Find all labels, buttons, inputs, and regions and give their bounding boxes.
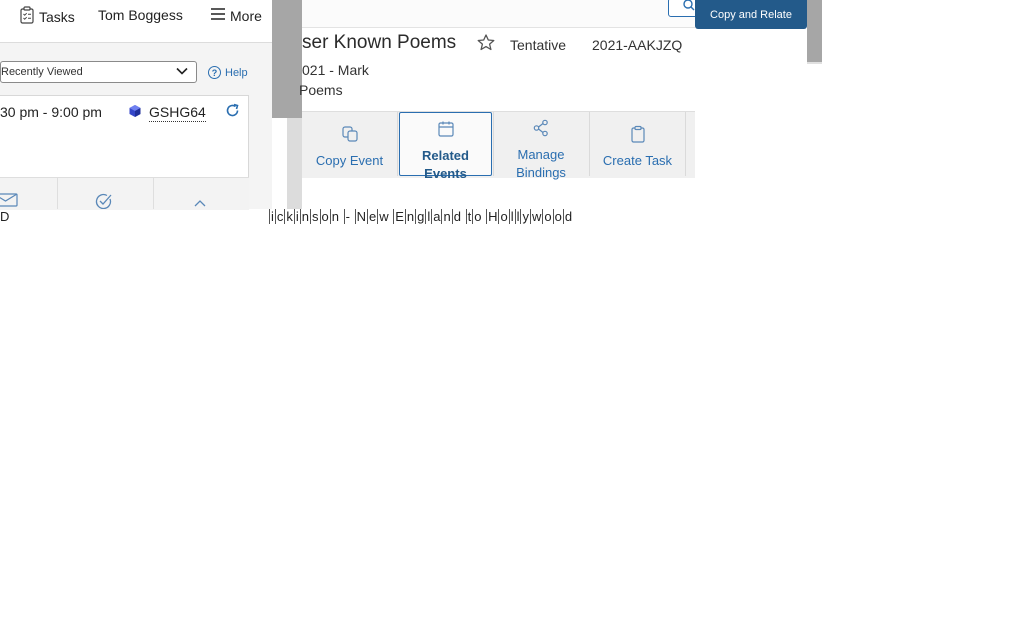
- divider: [153, 177, 154, 209]
- divider: [685, 112, 686, 176]
- copy-event-label: Copy Event: [315, 153, 384, 168]
- event-title: ser Known Poems: [302, 32, 457, 53]
- manage-bindings-label-2: Bindings: [516, 165, 566, 180]
- manage-bindings-button[interactable]: Manage Bindings: [494, 112, 588, 180]
- event-code-link[interactable]: GSHG64: [149, 104, 206, 122]
- refresh-icon[interactable]: [225, 103, 240, 123]
- bottom-left-text: D: [0, 209, 10, 224]
- divider: [807, 62, 822, 64]
- cube-icon: [128, 104, 142, 123]
- search-icon: [682, 0, 695, 17]
- help-link[interactable]: ? Help: [208, 66, 248, 79]
- scrollbar-track: [287, 118, 302, 209]
- card-action-bar: [0, 177, 249, 210]
- scrollbar-thumb[interactable]: [807, 0, 822, 62]
- help-icon: ?: [208, 66, 221, 79]
- help-label: Help: [225, 66, 248, 79]
- calendar-icon: [437, 120, 455, 147]
- nav-more-label: More: [230, 7, 262, 24]
- search-button[interactable]: [668, 0, 698, 17]
- nav-tasks-label: Tasks: [39, 8, 75, 25]
- check-circle-icon[interactable]: [95, 193, 113, 214]
- filter-selected-value: Recently Viewed: [1, 66, 83, 78]
- event-subtitle-line1: 021 - Mark: [302, 62, 369, 78]
- nav-user[interactable]: Tom Boggess: [98, 7, 183, 23]
- bottom-event-title: ickinson - New England to Hollywood: [269, 209, 574, 224]
- create-task-label: Create Task: [602, 153, 673, 168]
- related-events-button[interactable]: Related Events: [399, 112, 492, 181]
- create-task-button[interactable]: Create Task: [590, 112, 685, 176]
- detail-top-bar: [302, 0, 695, 28]
- related-events-label-2: Events: [424, 166, 467, 181]
- share-icon: [532, 119, 550, 146]
- chevron-up-icon[interactable]: [193, 196, 207, 214]
- user-name: Tom Boggess: [98, 7, 183, 23]
- event-state: Tentative: [510, 37, 567, 53]
- event-subtitle-line2: Poems: [299, 82, 343, 98]
- star-icon[interactable]: [477, 34, 495, 56]
- tasks-icon: [19, 6, 35, 27]
- event-reference: 2021-AAKJZQ: [592, 37, 683, 53]
- copy-and-relate-button[interactable]: Copy and Relate: [695, 0, 807, 29]
- bottom-title-text: ickinson - New England to Hollywood: [269, 209, 574, 224]
- divider: [57, 177, 58, 209]
- related-events-label-1: Related: [422, 148, 469, 163]
- recent-filter-select[interactable]: Recently Viewed: [0, 61, 197, 83]
- scrollbar-strip[interactable]: [272, 0, 302, 118]
- nav-tasks[interactable]: Tasks: [19, 6, 75, 27]
- event-time-range: 30 pm - 9:00 pm: [0, 104, 102, 120]
- copy-event-button[interactable]: Copy Event: [302, 112, 397, 176]
- copy-icon: [341, 125, 359, 152]
- clipboard-icon: [629, 125, 647, 152]
- chevron-down-icon: [176, 66, 188, 78]
- divider: [397, 112, 398, 176]
- hamburger-icon: [210, 7, 226, 24]
- manage-bindings-label-1: Manage: [517, 147, 565, 162]
- nav-more[interactable]: More: [210, 7, 262, 24]
